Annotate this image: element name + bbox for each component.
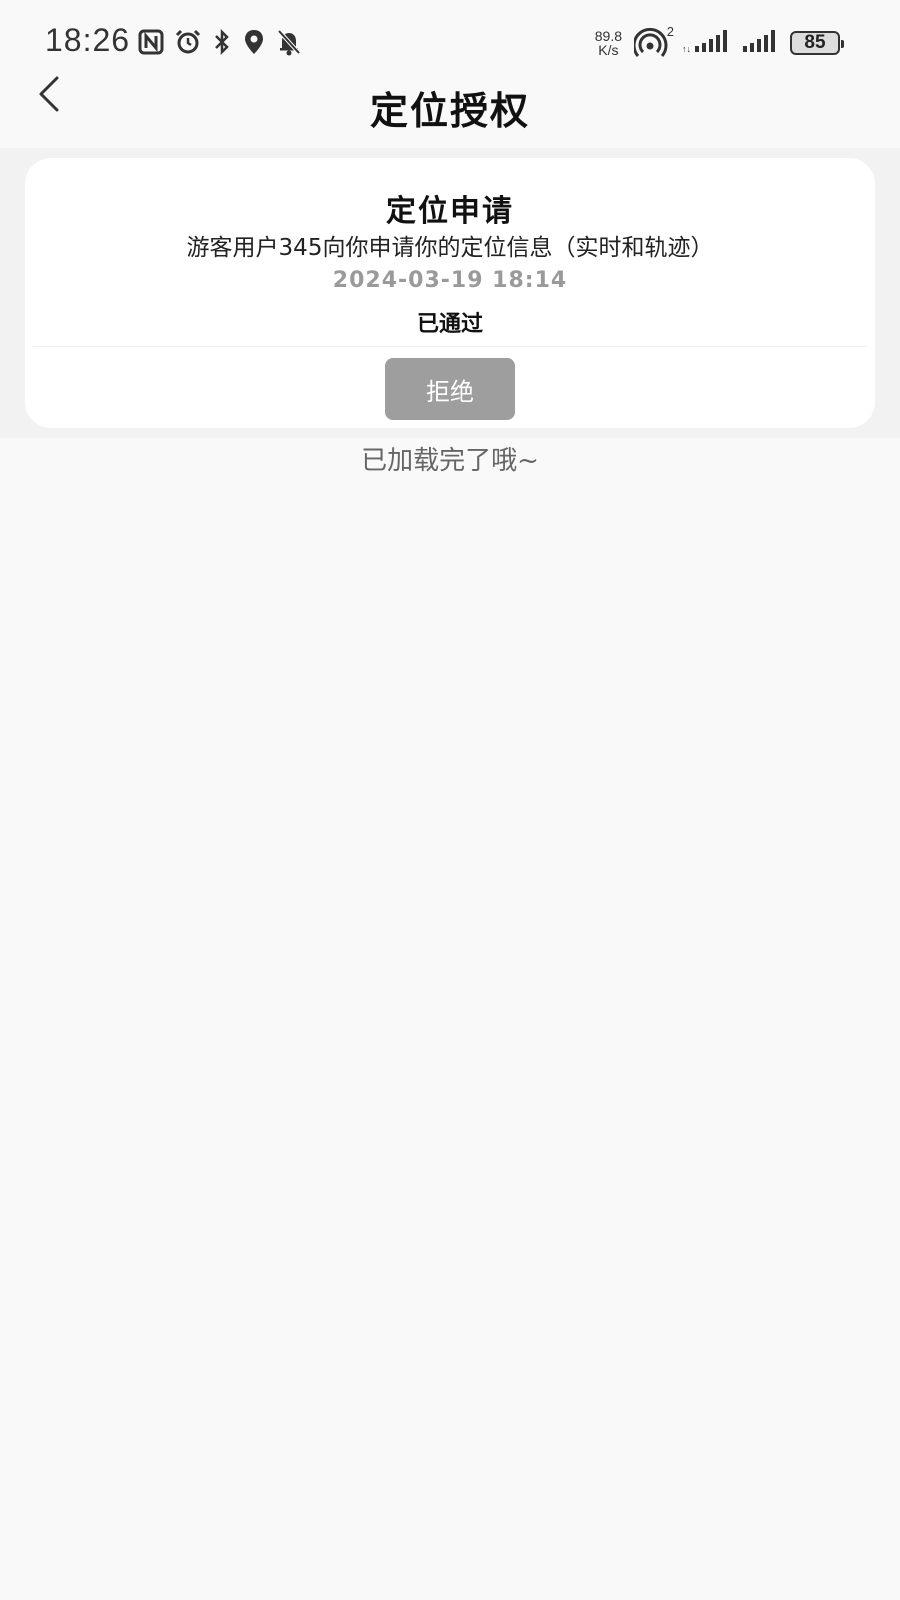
status-time: 18:26 (45, 22, 131, 58)
signal-icon (742, 28, 778, 58)
request-title: 定位申请 (386, 194, 514, 229)
signal-icon: ↑↓ (682, 28, 730, 58)
nfc-icon (138, 29, 164, 55)
request-card: 定位申请 游客用户345向你申请你的定位信息（实时和轨迹） 2024-03-19… (25, 158, 875, 428)
load-complete-text: 已加载完了哦~ (361, 446, 539, 476)
bluetooth-icon (212, 28, 232, 56)
card-divider (33, 346, 867, 347)
status-icons-left (138, 28, 302, 56)
status-icons-right: 89.8 K/s 2 ↑↓ 85 (595, 24, 844, 60)
svg-text:↑↓: ↑↓ (682, 44, 691, 54)
request-timestamp: 2024-03-19 18:14 (332, 268, 568, 293)
network-speed-unit: K/s (598, 42, 619, 58)
page-title: 定位授权 (369, 89, 530, 133)
hotspot-icon: 2 (634, 24, 674, 58)
battery-indicator: 85 (790, 31, 844, 55)
reject-button[interactable]: 拒绝 (385, 358, 515, 420)
network-speed: 89.8 K/s (595, 29, 622, 57)
alarm-icon (174, 28, 202, 56)
location-icon (242, 28, 266, 56)
nav-header: 定位授权 (0, 60, 900, 148)
mute-bell-icon (276, 28, 302, 56)
network-speed-value: 89.8 (594, 28, 622, 44)
request-description: 游客用户345向你申请你的定位信息（实时和轨迹） (186, 235, 714, 261)
request-list: 定位申请 游客用户345向你申请你的定位信息（实时和轨迹） 2024-03-19… (0, 148, 900, 438)
request-status: 已通过 (416, 312, 483, 337)
hotspot-badge: 2 (666, 24, 674, 39)
